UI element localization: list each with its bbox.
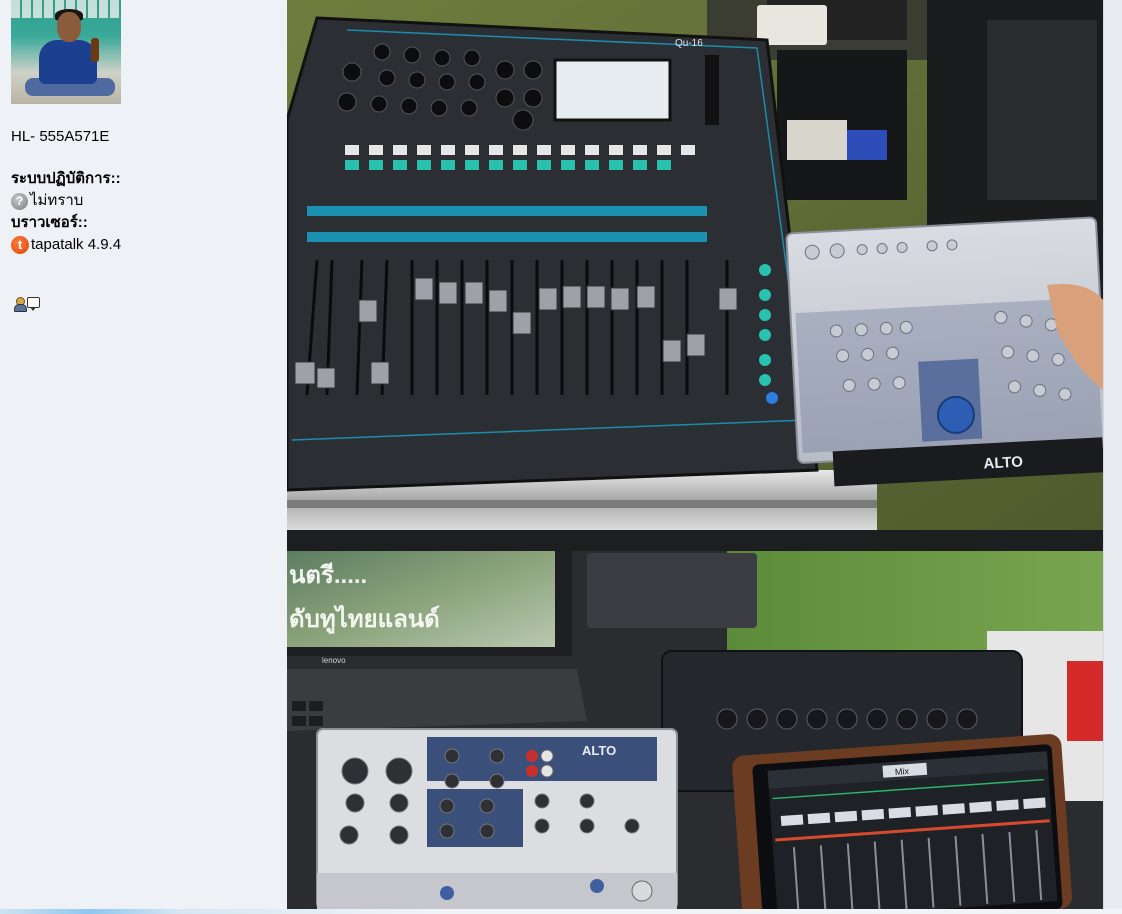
- avatar-figure-head: [57, 12, 81, 42]
- mixer-tablet-photo[interactable]: นตรี..... ดับทูไทยแลนด์ lenovo ALTO Mix: [287, 551, 1103, 909]
- private-message-icon[interactable]: [27, 297, 40, 311]
- mixer-tablet-illustration: นตรี..... ดับทูไทยแลนด์ lenovo ALTO Mix: [287, 551, 1103, 909]
- browser-value: tapatalk 4.9.4: [31, 236, 122, 253]
- question-mark-icon: ?: [11, 192, 28, 210]
- user-action-icons: [13, 297, 40, 312]
- os-value: ไม่ทราบ: [30, 192, 84, 209]
- device-id: HL- 555A571E: [11, 128, 110, 145]
- browser-label: บราวเซอร์::: [11, 214, 88, 231]
- user-profile-icon[interactable]: [13, 297, 27, 312]
- alto-brand-label-bottom: ALTO: [582, 743, 616, 758]
- qu-model-label: Qu-16: [675, 38, 703, 49]
- tapatalk-icon: t: [11, 236, 29, 254]
- right-scroll-margin: [1103, 0, 1122, 914]
- screen-text-2: ดับทูไทยแลนด์: [289, 604, 440, 634]
- digital-mixer-illustration: Qu-16 ALTO: [287, 0, 1103, 551]
- digital-mixer-photo[interactable]: Qu-16 ALTO: [287, 0, 1103, 551]
- taskbar-edge: [0, 909, 1122, 914]
- alto-brand-label: ALTO: [983, 453, 1024, 472]
- tablet-screen-label: Mix: [895, 766, 910, 777]
- laptop-brand: lenovo: [322, 656, 346, 665]
- avatar-figure-torso: [39, 40, 97, 84]
- post-author-sidebar: HL- 555A571E ระบบปฏิบัติการ:: ? ไม่ทราบ …: [0, 0, 287, 914]
- os-row: ? ไม่ทราบ: [11, 192, 83, 210]
- os-label: ระบบปฏิบัติการ::: [11, 170, 121, 187]
- browser-row: t tapatalk 4.9.4: [11, 236, 121, 254]
- avatar[interactable]: [11, 0, 121, 104]
- avatar-bottle: [91, 38, 99, 62]
- screen-text-1: นตรี.....: [289, 562, 367, 589]
